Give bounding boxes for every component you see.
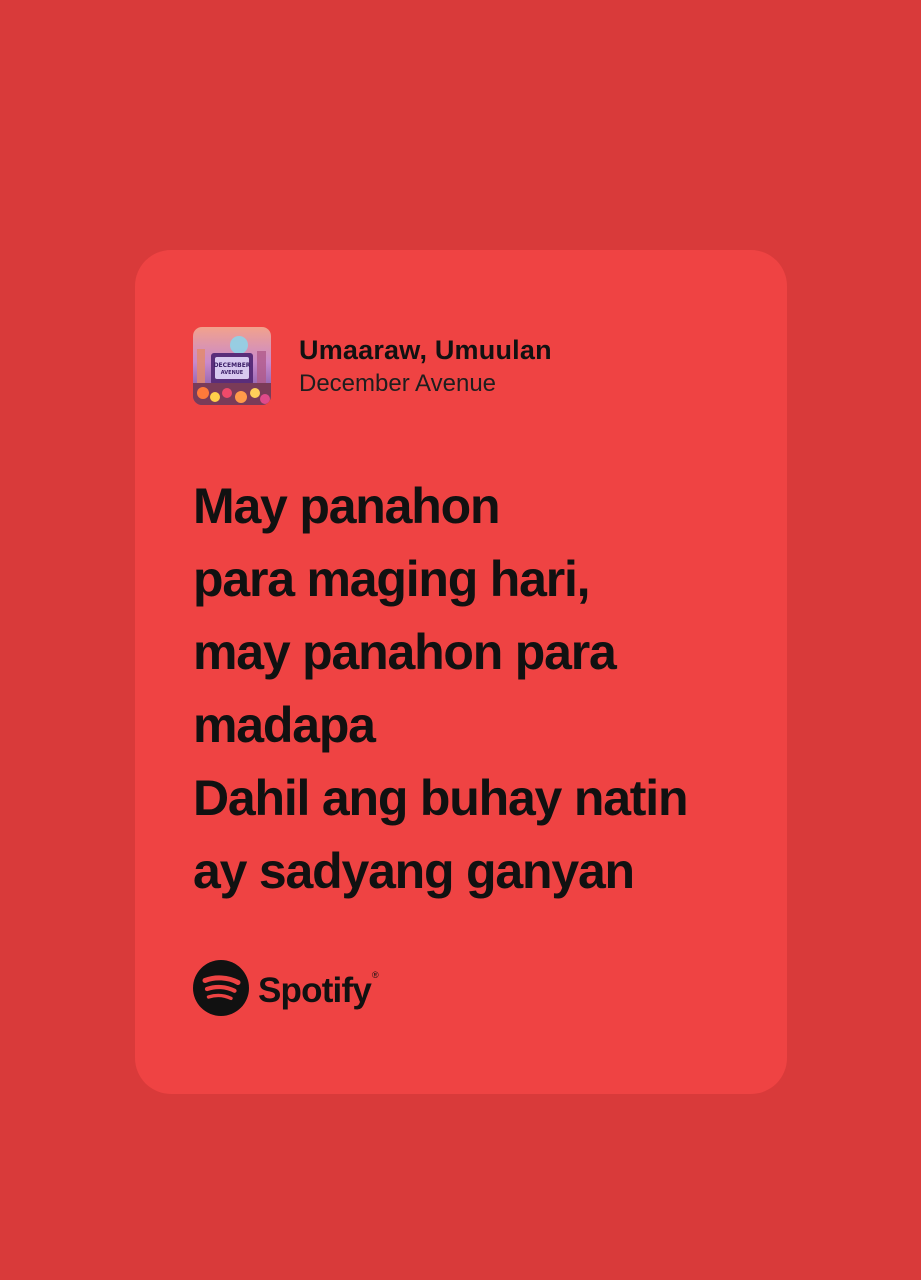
track-meta: Umaaraw, Umuulan December Avenue (299, 333, 552, 399)
lyric-line: Dahil ang buhay natin (193, 770, 688, 826)
svg-text:DECEMBER: DECEMBER (214, 362, 251, 369)
spotify-wordmark: Spotify (258, 970, 372, 1010)
album-cover: DECEMBER AVENUE (193, 327, 271, 405)
lyric-line: madapa (193, 697, 376, 753)
lyrics-block: May panahon para maging hari, may panaho… (193, 470, 773, 908)
track-header: DECEMBER AVENUE Umaaraw, Umuulan Decembe… (193, 327, 552, 405)
spotify-logo-icon (193, 960, 249, 1021)
lyrics-share-card: DECEMBER AVENUE Umaaraw, Umuulan Decembe… (135, 250, 787, 1094)
lyric-line: ay sadyang ganyan (193, 843, 635, 899)
svg-text:AVENUE: AVENUE (221, 370, 244, 376)
registered-mark: ® (372, 970, 379, 980)
song-title: Umaaraw, Umuulan (299, 335, 552, 365)
spotify-brand: Spotify ® (193, 960, 379, 1021)
lyric-line: para maging hari, (193, 551, 591, 607)
artist-name: December Avenue (299, 370, 497, 397)
lyric-line: May panahon (193, 478, 500, 534)
lyric-line: may panahon para (193, 624, 617, 680)
